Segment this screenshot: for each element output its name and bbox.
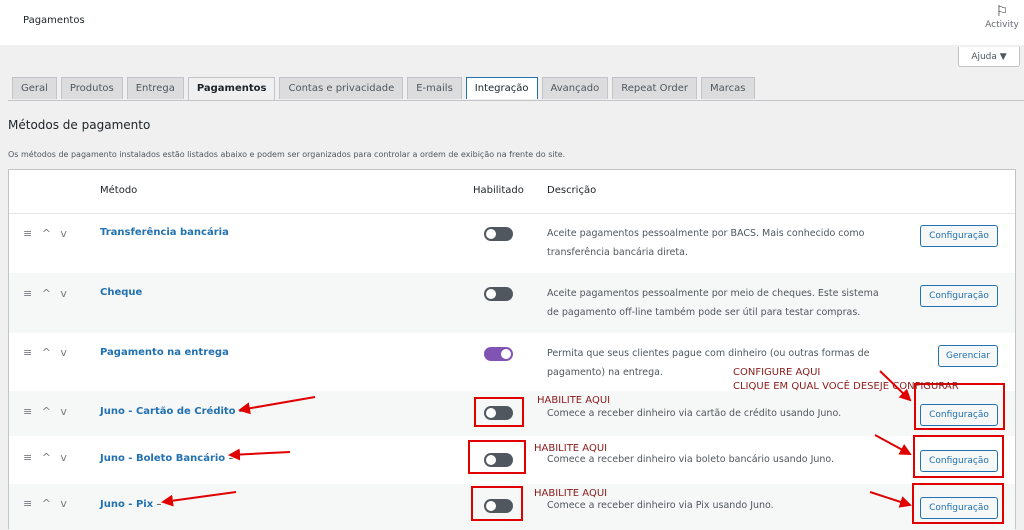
method-link[interactable]: Juno - Pix – bbox=[100, 499, 161, 510]
highlight-box bbox=[471, 486, 523, 521]
tab-geral[interactable]: Geral bbox=[12, 77, 57, 99]
toggle-knob bbox=[486, 229, 496, 239]
tab-avancado[interactable]: Avançado bbox=[541, 77, 609, 99]
sort-handle[interactable]: ≡ ^ v bbox=[23, 451, 70, 464]
method-link[interactable]: Cheque bbox=[100, 287, 142, 298]
enable-toggle[interactable] bbox=[484, 287, 513, 301]
toggle-knob bbox=[501, 349, 511, 359]
highlight-box bbox=[913, 435, 1004, 478]
annotation-enable: HABILITE AQUI bbox=[534, 443, 608, 454]
tab-entrega[interactable]: Entrega bbox=[126, 77, 184, 99]
annotation-enable: HABILITE AQUI bbox=[534, 488, 608, 499]
method-description: Aceite pagamentos pessoalmente por BACS.… bbox=[547, 228, 865, 258]
tab-produtos[interactable]: Produtos bbox=[60, 77, 123, 99]
method-description: Permita que seus clientes pague com dinh… bbox=[547, 348, 870, 378]
method-name: Juno - Boleto Bancário bbox=[100, 453, 226, 464]
highlight-box bbox=[474, 397, 524, 427]
table-header: Método Habilitado Descrição bbox=[9, 170, 1015, 214]
table-row: ≡ ^ v Cheque Aceite pagamentos pessoalme… bbox=[9, 273, 1015, 333]
method-suffix: – bbox=[235, 406, 244, 417]
tab-pagamentos[interactable]: Pagamentos bbox=[187, 77, 276, 100]
sort-handle[interactable]: ≡ ^ v bbox=[23, 346, 70, 359]
enable-toggle[interactable] bbox=[484, 227, 513, 241]
toggle-knob bbox=[486, 289, 496, 299]
sort-handle[interactable]: ≡ ^ v bbox=[23, 227, 70, 240]
configure-button[interactable]: Configuração bbox=[920, 225, 998, 247]
flag-icon: ⚐ bbox=[995, 4, 1009, 20]
column-header-method: Método bbox=[100, 185, 138, 196]
method-suffix: – bbox=[153, 499, 162, 510]
method-suffix: – bbox=[225, 453, 234, 464]
help-button[interactable]: Ajuda ▼ bbox=[958, 47, 1020, 67]
tab-marcas[interactable]: Marcas bbox=[701, 77, 755, 99]
method-link[interactable]: Transferência bancária bbox=[100, 227, 229, 238]
highlight-box bbox=[912, 483, 1004, 524]
settings-tabs: Geral Produtos Entrega Pagamentos Contas… bbox=[12, 77, 759, 100]
method-link[interactable]: Juno - Cartão de Crédito – bbox=[100, 406, 244, 417]
activity-label: Activity bbox=[985, 20, 1019, 30]
table-row: ≡ ^ v Transferência bancária Aceite paga… bbox=[9, 213, 1015, 273]
manage-button[interactable]: Gerenciar bbox=[938, 345, 998, 367]
tab-repeat-order[interactable]: Repeat Order bbox=[612, 77, 698, 99]
payment-methods-table: Método Habilitado Descrição ≡ ^ v Transf… bbox=[8, 169, 1016, 530]
sort-handle[interactable]: ≡ ^ v bbox=[23, 287, 70, 300]
highlight-box bbox=[468, 440, 526, 474]
method-description: Aceite pagamentos pessoalmente por meio … bbox=[547, 288, 879, 318]
annotation-configure-line1: CONFIGURE AQUI bbox=[733, 367, 821, 378]
top-bar: Pagamentos ⚐ Activity bbox=[0, 0, 1024, 45]
sort-handle[interactable]: ≡ ^ v bbox=[23, 497, 70, 510]
method-link[interactable]: Juno - Boleto Bancário – bbox=[100, 453, 233, 464]
activity-button[interactable]: ⚐ Activity bbox=[984, 4, 1020, 30]
configure-button[interactable]: Configuração bbox=[920, 285, 998, 307]
column-header-description: Descrição bbox=[547, 185, 597, 196]
column-header-enabled: Habilitado bbox=[473, 185, 524, 196]
annotation-configure-line2: CLIQUE EM QUAL VOCÊ DESEJE CONFIGURAR bbox=[733, 381, 959, 392]
tabs-divider bbox=[8, 100, 1024, 101]
page-title: Pagamentos bbox=[23, 15, 85, 26]
method-link[interactable]: Pagamento na entrega bbox=[100, 347, 229, 358]
method-name: Juno - Pix bbox=[100, 499, 154, 510]
method-name: Juno - Cartão de Crédito bbox=[100, 406, 236, 417]
annotation-enable: HABILITE AQUI bbox=[537, 395, 611, 406]
enable-toggle[interactable] bbox=[484, 347, 513, 361]
tab-emails[interactable]: E-mails bbox=[407, 77, 462, 99]
section-description: Os métodos de pagamento instalados estão… bbox=[8, 150, 566, 159]
sort-handle[interactable]: ≡ ^ v bbox=[23, 405, 70, 418]
tab-integracao[interactable]: Integração bbox=[465, 77, 538, 99]
section-title: Métodos de pagamento bbox=[8, 118, 151, 132]
tab-contas-privacidade[interactable]: Contas e privacidade bbox=[279, 77, 404, 99]
